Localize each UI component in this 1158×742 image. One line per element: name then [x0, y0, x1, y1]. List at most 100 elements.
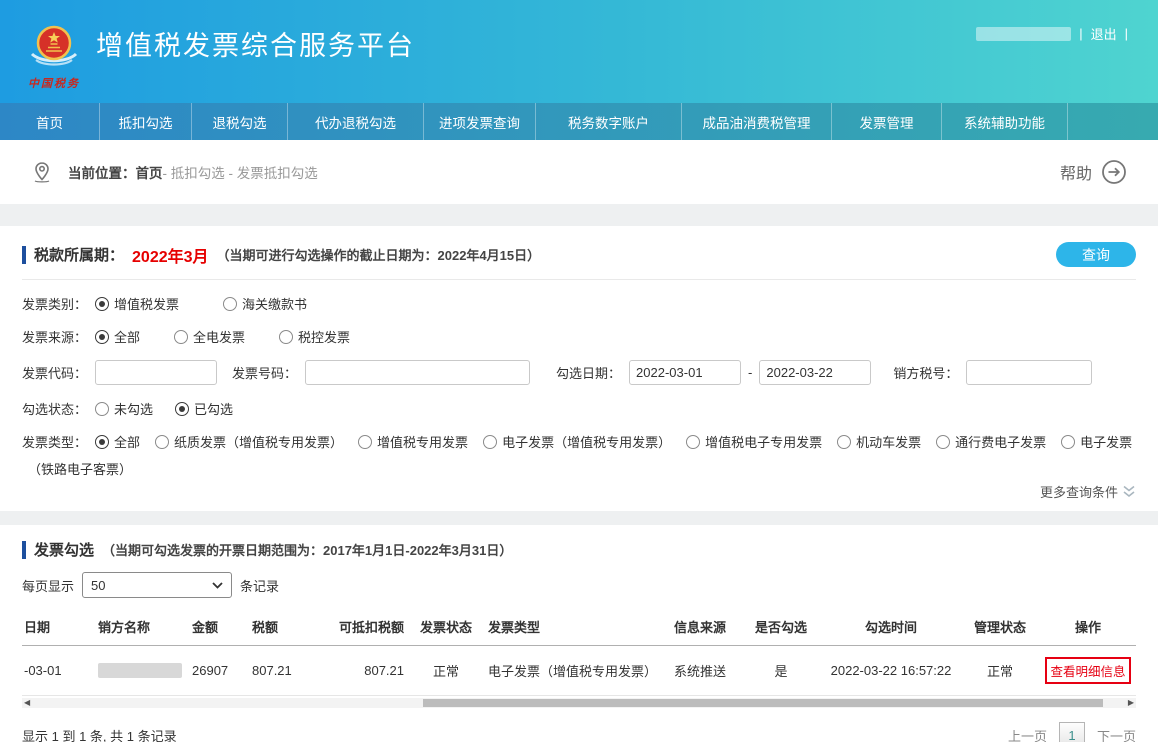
- page-size-select[interactable]: 50: [82, 572, 232, 598]
- radio-icon: [483, 435, 497, 449]
- invoice-type-wrap-note: （铁路电子客票）: [22, 459, 1136, 478]
- radio-customs-payment[interactable]: 海关缴款书: [223, 294, 307, 313]
- invoice-number-input[interactable]: [305, 360, 530, 385]
- more-conditions-link[interactable]: 更多查询条件: [22, 482, 1136, 501]
- table-row: -03-01 26907 807.21 807.21 正常 电子发票（增值税专用…: [22, 646, 1136, 696]
- radio-type-e-special[interactable]: 电子发票（增值税专用发票）: [483, 432, 671, 451]
- radio-label: 全部: [114, 327, 140, 346]
- page-size-value: 50: [91, 578, 105, 593]
- table-header-row: 日期 销方名称 金额 税额 可抵扣税额 发票状态 发票类型 信息来源 是否勾选 …: [22, 608, 1136, 646]
- page-size-row: 每页显示 50 条记录: [22, 572, 1136, 598]
- radio-source-tax-controlled[interactable]: 税控发票: [279, 327, 350, 346]
- radio-type-toll-e[interactable]: 通行费电子发票: [936, 432, 1046, 451]
- logout-link[interactable]: 退出: [1091, 24, 1117, 43]
- filter-row-check-status: 勾选状态： 未勾选 已勾选: [22, 399, 1136, 418]
- help-arrow-icon: [1100, 158, 1128, 186]
- radio-source-fully-digital[interactable]: 全电发票: [174, 327, 245, 346]
- radio-type-e-railway[interactable]: 电子发票: [1061, 432, 1132, 451]
- nav-item-deduction-check[interactable]: 抵扣勾选: [100, 103, 192, 140]
- horizontal-scrollbar[interactable]: ◀ ▶: [22, 698, 1136, 708]
- chevron-down-icon: [212, 582, 223, 589]
- radio-icon: [95, 435, 109, 449]
- col-date: 日期: [22, 608, 96, 646]
- radio-icon: [837, 435, 851, 449]
- radio-type-vat-e-special[interactable]: 增值税电子专用发票: [686, 432, 822, 451]
- tax-period-label: 税款所属期：: [34, 244, 124, 265]
- radio-icon: [95, 330, 109, 344]
- seller-name-redacted: [98, 663, 182, 678]
- filter-row-category: 发票类别： 增值税发票 海关缴款书: [22, 294, 1136, 313]
- nav-item-tax-refund-check[interactable]: 退税勾选: [192, 103, 288, 140]
- location-pin-icon: [30, 160, 54, 184]
- user-area: | 退出 |: [976, 24, 1128, 43]
- page-size-suffix: 条记录: [240, 576, 279, 595]
- nav-item-home[interactable]: 首页: [0, 103, 100, 140]
- radio-icon: [175, 402, 189, 416]
- seller-tax-no-input[interactable]: [966, 360, 1092, 385]
- radio-source-all[interactable]: 全部: [95, 327, 140, 346]
- check-date-to-input[interactable]: [759, 360, 871, 385]
- radio-icon: [358, 435, 372, 449]
- cell-amount: 26907: [190, 646, 250, 696]
- tax-period-section-header: 税款所属期： 2022年3月 （当期可进行勾选操作的截止日期为：2022年4月1…: [22, 242, 1136, 267]
- page-number-button[interactable]: 1: [1059, 722, 1085, 742]
- scroll-left-icon[interactable]: ◀: [24, 698, 30, 708]
- radio-type-vat-special[interactable]: 增值税专用发票: [358, 432, 468, 451]
- col-invoice-status: 发票状态: [406, 608, 486, 646]
- radio-icon: [1061, 435, 1075, 449]
- table-footer: 显示 1 到 1 条, 共 1 条记录 上一页 1 下一页: [22, 722, 1136, 742]
- nav-item-invoice-management[interactable]: 发票管理: [832, 103, 942, 140]
- radio-icon: [279, 330, 293, 344]
- nav-item-system-aux[interactable]: 系统辅助功能: [942, 103, 1068, 140]
- nav-item-refined-oil-tax[interactable]: 成品油消费税管理: [682, 103, 832, 140]
- cell-is-checked: 是: [740, 646, 822, 696]
- invoice-number-label: 发票号码：: [232, 363, 297, 382]
- col-is-checked: 是否勾选: [740, 608, 822, 646]
- cell-date: -03-01: [22, 646, 96, 696]
- main-content: 税款所属期： 2022年3月 （当期可进行勾选操作的截止日期为：2022年4月1…: [0, 242, 1158, 742]
- radio-checked[interactable]: 已勾选: [175, 399, 233, 418]
- radio-icon: [155, 435, 169, 449]
- app-header: 中国税务 增值税发票综合服务平台 | 退出 |: [0, 0, 1158, 103]
- check-date-from-input[interactable]: [629, 360, 741, 385]
- radio-vat-invoice[interactable]: 增值税发票: [95, 294, 179, 313]
- filter-row-inputs: 发票代码： 发票号码： 勾选日期： - 销方税号：: [22, 360, 1136, 385]
- radio-label: 全部: [114, 432, 140, 451]
- filter-row-invoice-type: 发票类型： 全部 纸质发票（增值税专用发票） 增值税专用发票 电子发票（增值税专…: [22, 432, 1136, 451]
- prev-page-button[interactable]: 上一页: [1008, 726, 1047, 742]
- radio-icon: [686, 435, 700, 449]
- tax-period-note: （当期可进行勾选操作的截止日期为：2022年4月15日）: [217, 245, 541, 264]
- cell-invoice-type: 电子发票（增值税专用发票）: [486, 646, 660, 696]
- scroll-right-icon[interactable]: ▶: [1128, 698, 1134, 708]
- radio-icon: [223, 297, 237, 311]
- nav-item-tax-digital-account[interactable]: 税务数字账户: [536, 103, 682, 140]
- col-invoice-type: 发票类型: [486, 608, 660, 646]
- nav-item-agent-refund-check[interactable]: 代办退税勾选: [288, 103, 424, 140]
- radio-type-motor-vehicle[interactable]: 机动车发票: [837, 432, 921, 451]
- divider: |: [1079, 26, 1082, 41]
- radio-type-paper-special[interactable]: 纸质发票（增值税专用发票）: [155, 432, 343, 451]
- seller-tax-no-label: 销方税号：: [893, 363, 958, 382]
- view-detail-link[interactable]: 查看明细信息: [1045, 657, 1130, 684]
- radio-label: 纸质发票（增值税专用发票）: [174, 432, 343, 451]
- radio-icon: [936, 435, 950, 449]
- tax-period-value: 2022年3月: [132, 243, 209, 267]
- nav-item-input-invoice-query[interactable]: 进项发票查询: [424, 103, 536, 140]
- next-page-button[interactable]: 下一页: [1097, 726, 1136, 742]
- radio-label: 增值税电子专用发票: [705, 432, 822, 451]
- col-amount: 金额: [190, 608, 250, 646]
- cell-info-source: 系统推送: [660, 646, 740, 696]
- invoice-code-input[interactable]: [95, 360, 217, 385]
- invoice-table: 日期 销方名称 金额 税额 可抵扣税额 发票状态 发票类型 信息来源 是否勾选 …: [22, 608, 1136, 696]
- cell-check-time: 2022-03-22 16:57:22: [822, 646, 960, 696]
- tax-emblem-icon: [26, 18, 82, 74]
- radio-type-all[interactable]: 全部: [95, 432, 140, 451]
- radio-unchecked[interactable]: 未勾选: [95, 399, 153, 418]
- nav-filler: [1068, 103, 1158, 140]
- help-button[interactable]: 帮助: [1060, 158, 1128, 186]
- filter-row-source: 发票来源： 全部 全电发票 税控发票: [22, 327, 1136, 346]
- scrollbar-thumb[interactable]: [423, 699, 1103, 707]
- category-label: 发票类别：: [22, 294, 87, 313]
- query-button[interactable]: 查询: [1056, 242, 1136, 267]
- invoice-type-label: 发票类型：: [22, 432, 87, 451]
